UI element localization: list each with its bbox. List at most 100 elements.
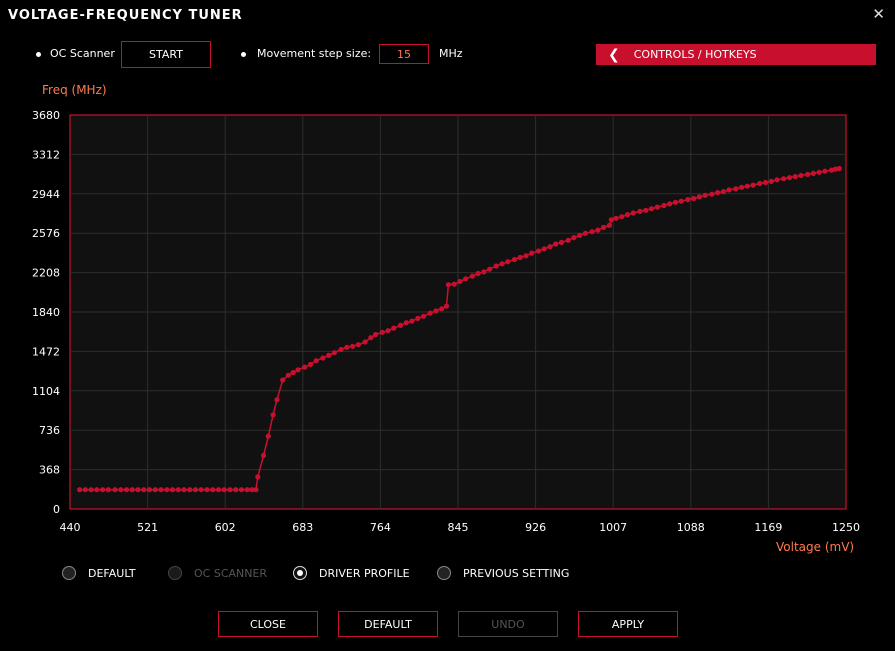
vf-point[interactable] bbox=[582, 230, 589, 236]
vf-point[interactable] bbox=[164, 487, 170, 493]
vf-point[interactable] bbox=[493, 263, 499, 269]
vf-point[interactable] bbox=[744, 183, 750, 189]
vf-point[interactable] bbox=[129, 487, 135, 493]
vf-point[interactable] bbox=[253, 487, 259, 493]
vf-point[interactable] bbox=[696, 194, 703, 200]
vf-point[interactable] bbox=[307, 361, 314, 368]
vf-point[interactable] bbox=[529, 250, 535, 256]
vf-point[interactable] bbox=[215, 487, 222, 493]
vf-point[interactable] bbox=[397, 322, 404, 328]
vf-point[interactable] bbox=[88, 487, 94, 493]
vf-point[interactable] bbox=[94, 487, 100, 493]
vf-point[interactable] bbox=[445, 282, 451, 288]
vf-point[interactable] bbox=[270, 412, 276, 418]
vf-point[interactable] bbox=[181, 487, 187, 493]
radio-option-previous-setting[interactable]: PREVIOUS SETTING bbox=[437, 566, 569, 580]
vf-point[interactable] bbox=[169, 487, 176, 493]
vf-point[interactable] bbox=[654, 204, 660, 210]
vf-point[interactable] bbox=[198, 487, 204, 493]
vf-point[interactable] bbox=[451, 281, 457, 287]
vf-point[interactable] bbox=[77, 487, 83, 493]
vf-point[interactable] bbox=[822, 168, 828, 174]
vf-point[interactable] bbox=[577, 232, 583, 238]
vf-point[interactable] bbox=[816, 169, 822, 175]
vf-point[interactable] bbox=[685, 197, 691, 203]
vf-point[interactable] bbox=[227, 487, 233, 493]
vf-point[interactable] bbox=[608, 217, 614, 223]
vf-point[interactable] bbox=[511, 256, 518, 263]
vf-point[interactable] bbox=[517, 254, 523, 260]
vf-point[interactable] bbox=[774, 177, 780, 183]
vf-point[interactable] bbox=[750, 182, 756, 188]
radio-option-default[interactable]: DEFAULT bbox=[62, 566, 136, 580]
vf-point[interactable] bbox=[798, 172, 804, 179]
vf-point[interactable] bbox=[672, 199, 679, 205]
vf-point[interactable] bbox=[105, 487, 111, 493]
vf-point[interactable] bbox=[565, 237, 571, 243]
vf-point[interactable] bbox=[619, 214, 625, 220]
vf-point[interactable] bbox=[762, 179, 769, 186]
vf-point[interactable] bbox=[210, 487, 216, 493]
vf-point[interactable] bbox=[290, 369, 296, 376]
vf-point[interactable] bbox=[733, 186, 739, 192]
vf-point[interactable] bbox=[648, 206, 655, 212]
vf-point[interactable] bbox=[768, 178, 774, 184]
vf-point[interactable] bbox=[720, 189, 727, 195]
apply-button[interactable]: APPLY bbox=[578, 611, 678, 637]
vf-point[interactable] bbox=[810, 170, 817, 176]
vf-point[interactable] bbox=[786, 175, 793, 181]
vf-point[interactable] bbox=[221, 487, 227, 493]
vf-point[interactable] bbox=[630, 210, 636, 216]
vf-curve-chart[interactable]: 036873611041472184022082576294433123680 … bbox=[0, 0, 895, 540]
vf-point[interactable] bbox=[667, 201, 673, 207]
vf-point[interactable] bbox=[439, 306, 445, 312]
vf-point[interactable] bbox=[192, 487, 199, 493]
vf-point[interactable] bbox=[118, 487, 124, 493]
vf-point[interactable] bbox=[589, 229, 595, 235]
vf-point[interactable] bbox=[274, 397, 280, 403]
vf-point[interactable] bbox=[463, 276, 469, 282]
vf-point[interactable] bbox=[295, 367, 301, 373]
vf-point[interactable] bbox=[313, 358, 319, 364]
vf-point[interactable] bbox=[175, 487, 181, 493]
vf-point[interactable] bbox=[595, 227, 601, 233]
vf-point[interactable] bbox=[709, 191, 715, 197]
vf-point[interactable] bbox=[613, 215, 619, 221]
vf-point[interactable] bbox=[187, 487, 193, 493]
vf-point[interactable] bbox=[715, 190, 721, 196]
vf-point[interactable] bbox=[547, 244, 553, 250]
vf-point[interactable] bbox=[443, 303, 450, 309]
vf-point[interactable] bbox=[678, 198, 684, 204]
vf-point[interactable] bbox=[135, 487, 141, 493]
vf-point[interactable] bbox=[535, 248, 542, 254]
vf-point[interactable] bbox=[331, 350, 337, 356]
vf-point[interactable] bbox=[487, 266, 493, 272]
vf-point[interactable] bbox=[280, 377, 286, 383]
vf-point[interactable] bbox=[433, 308, 439, 314]
vf-point[interactable] bbox=[415, 315, 421, 321]
vf-point[interactable] bbox=[781, 176, 787, 182]
vf-point[interactable] bbox=[204, 487, 210, 493]
vf-point[interactable] bbox=[302, 364, 308, 370]
vf-point[interactable] bbox=[420, 313, 427, 319]
vf-point[interactable] bbox=[553, 241, 559, 247]
vf-point[interactable] bbox=[350, 343, 356, 349]
vf-point[interactable] bbox=[238, 487, 245, 493]
vf-point[interactable] bbox=[691, 195, 697, 202]
vf-point[interactable] bbox=[368, 335, 374, 341]
vf-point[interactable] bbox=[523, 253, 529, 259]
vf-point[interactable] bbox=[427, 310, 433, 316]
vf-point[interactable] bbox=[403, 320, 409, 326]
vf-point[interactable] bbox=[233, 487, 239, 493]
vf-point[interactable] bbox=[481, 269, 487, 275]
vf-point[interactable] bbox=[338, 346, 344, 353]
vf-point[interactable] bbox=[739, 184, 745, 190]
vf-point[interactable] bbox=[805, 171, 811, 177]
vf-point[interactable] bbox=[505, 259, 511, 265]
vf-point[interactable] bbox=[146, 487, 153, 493]
vf-point[interactable] bbox=[260, 452, 267, 459]
vf-point[interactable] bbox=[320, 355, 326, 361]
vf-point[interactable] bbox=[123, 487, 130, 493]
vf-point[interactable] bbox=[141, 487, 147, 493]
vf-point[interactable] bbox=[792, 174, 798, 180]
